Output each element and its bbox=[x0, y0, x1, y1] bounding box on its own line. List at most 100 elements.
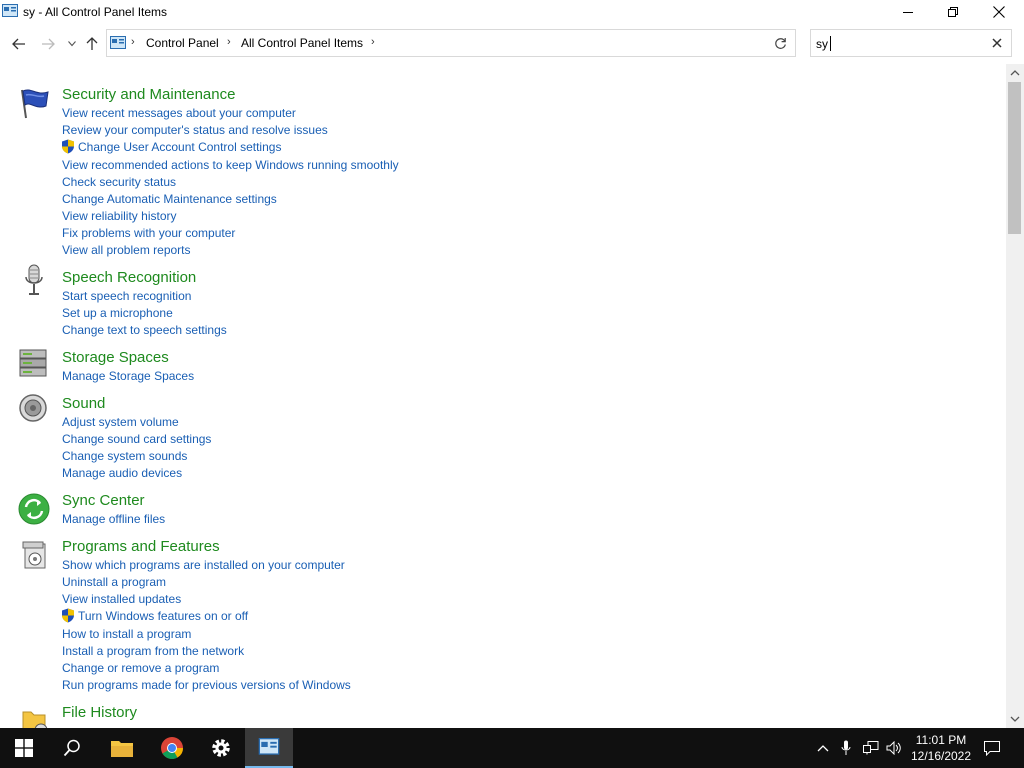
link-review-status[interactable]: Review your computer's status and resolv… bbox=[62, 123, 328, 137]
search-input[interactable]: sy bbox=[810, 29, 1012, 57]
link-view-all-problem-reports[interactable]: View all problem reports bbox=[62, 243, 191, 257]
link-view-installed-updates[interactable]: View installed updates bbox=[62, 592, 181, 606]
show-hidden-icons-button[interactable] bbox=[812, 728, 834, 768]
link-fix-problems[interactable]: Fix problems with your computer bbox=[62, 226, 235, 240]
taskbar: 11:01 PM 12/16/2022 bbox=[0, 728, 1024, 768]
section-title[interactable]: Storage Spaces bbox=[62, 349, 169, 366]
link-change-uac-settings[interactable]: Change User Account Control settings bbox=[78, 140, 281, 154]
vertical-scrollbar[interactable] bbox=[1006, 64, 1024, 728]
arrow-right-icon bbox=[42, 38, 55, 50]
control-panel-taskbar-button[interactable] bbox=[245, 728, 293, 768]
taskbar-clock[interactable]: 11:01 PM 12/16/2022 bbox=[905, 732, 977, 764]
refresh-icon bbox=[775, 37, 786, 49]
title-bar: sy - All Control Panel Items bbox=[0, 0, 1024, 24]
close-button[interactable] bbox=[976, 0, 1022, 24]
minimize-button[interactable] bbox=[885, 0, 931, 24]
breadcrumb-separator-icon[interactable]: › bbox=[227, 36, 231, 48]
up-button[interactable] bbox=[82, 34, 102, 54]
settings-button[interactable] bbox=[197, 728, 245, 768]
link-run-older-programs[interactable]: Run programs made for previous versions … bbox=[62, 678, 351, 692]
link-view-recent-messages[interactable]: View recent messages about your computer bbox=[62, 106, 296, 120]
uac-shield-icon bbox=[62, 608, 74, 623]
link-how-to-install[interactable]: How to install a program bbox=[62, 627, 191, 641]
microphone-icon bbox=[25, 264, 43, 295]
folder-icon bbox=[111, 741, 133, 757]
breadcrumb-separator-icon[interactable]: › bbox=[371, 36, 375, 48]
section-title[interactable]: Sound bbox=[62, 395, 105, 412]
scrollbar-thumb[interactable] bbox=[1008, 82, 1021, 234]
action-center-button[interactable] bbox=[980, 728, 1004, 768]
volume-tray-button[interactable] bbox=[883, 728, 905, 768]
link-turn-windows-features[interactable]: Turn Windows features on or off bbox=[78, 609, 248, 623]
search-button[interactable] bbox=[48, 728, 96, 768]
file-history-icon bbox=[22, 711, 48, 728]
link-show-installed-programs[interactable]: Show which programs are installed on you… bbox=[62, 558, 345, 572]
file-explorer-button[interactable] bbox=[98, 728, 146, 768]
programs-icon bbox=[22, 541, 46, 569]
minimize-icon bbox=[902, 11, 913, 13]
breadcrumb-separator-icon[interactable]: › bbox=[131, 36, 135, 48]
link-install-from-network[interactable]: Install a program from the network bbox=[62, 644, 244, 658]
windows-logo-icon bbox=[15, 739, 33, 757]
link-sound-card-settings[interactable]: Change sound card settings bbox=[62, 432, 211, 446]
chrome-icon bbox=[161, 737, 183, 759]
network-tray-button[interactable] bbox=[860, 728, 882, 768]
control-panel-icon bbox=[110, 36, 126, 49]
link-text-to-speech-settings[interactable]: Change text to speech settings bbox=[62, 323, 227, 337]
speaker-icon bbox=[886, 741, 901, 755]
clear-search-icon[interactable] bbox=[991, 37, 1003, 49]
chevron-down-icon bbox=[68, 41, 76, 47]
clock-time: 11:01 PM bbox=[915, 733, 967, 747]
breadcrumb-all-items[interactable]: All Control Panel Items bbox=[241, 36, 363, 50]
forward-button[interactable] bbox=[38, 34, 58, 54]
chrome-button[interactable] bbox=[148, 728, 196, 768]
link-change-automatic-maintenance[interactable]: Change Automatic Maintenance settings bbox=[62, 192, 277, 206]
section-title[interactable]: Sync Center bbox=[62, 492, 145, 509]
link-view-reliability-history[interactable]: View reliability history bbox=[62, 209, 177, 223]
search-value: sy bbox=[816, 37, 828, 51]
address-bar[interactable]: › Control Panel › All Control Panel Item… bbox=[106, 29, 855, 57]
link-change-system-sounds[interactable]: Change system sounds bbox=[62, 449, 187, 463]
link-manage-storage-spaces[interactable]: Manage Storage Spaces bbox=[62, 369, 194, 383]
microphone-tray-button[interactable] bbox=[836, 728, 856, 768]
search-icon bbox=[63, 739, 80, 757]
section-title[interactable]: Security and Maintenance bbox=[62, 86, 235, 103]
uac-shield-icon bbox=[62, 139, 74, 154]
sync-icon bbox=[18, 493, 50, 525]
back-button[interactable] bbox=[9, 34, 29, 54]
microphone-icon bbox=[841, 740, 851, 755]
text-caret bbox=[830, 36, 831, 51]
scroll-down-icon[interactable] bbox=[1010, 714, 1020, 724]
breadcrumb-control-panel[interactable]: Control Panel bbox=[146, 36, 219, 50]
start-button[interactable] bbox=[0, 728, 48, 768]
network-icon bbox=[863, 741, 879, 755]
window-title: sy - All Control Panel Items bbox=[23, 5, 168, 19]
section-title[interactable]: Speech Recognition bbox=[62, 269, 196, 286]
flag-icon bbox=[21, 89, 49, 119]
clock-date: 12/16/2022 bbox=[910, 749, 972, 763]
gear-icon bbox=[212, 739, 230, 757]
control-panel-icon bbox=[258, 738, 280, 755]
link-start-speech-recognition[interactable]: Start speech recognition bbox=[62, 289, 191, 303]
link-set-up-microphone[interactable]: Set up a microphone bbox=[62, 306, 173, 320]
link-adjust-system-volume[interactable]: Adjust system volume bbox=[62, 415, 179, 429]
speaker-icon bbox=[19, 394, 47, 422]
restore-button[interactable] bbox=[930, 0, 976, 24]
close-icon bbox=[993, 6, 1005, 18]
scroll-up-icon[interactable] bbox=[1010, 68, 1020, 78]
storage-spaces-icon bbox=[19, 349, 47, 377]
control-panel-icon bbox=[2, 4, 18, 17]
link-uninstall-program[interactable]: Uninstall a program bbox=[62, 575, 166, 589]
link-change-or-remove[interactable]: Change or remove a program bbox=[62, 661, 219, 675]
link-view-recommended-actions[interactable]: View recommended actions to keep Windows… bbox=[62, 158, 399, 172]
link-check-security-status[interactable]: Check security status bbox=[62, 175, 176, 189]
link-manage-audio-devices[interactable]: Manage audio devices bbox=[62, 466, 182, 480]
recent-locations-button[interactable] bbox=[62, 34, 82, 54]
section-title[interactable]: Programs and Features bbox=[62, 538, 220, 555]
arrow-left-icon bbox=[12, 38, 25, 50]
refresh-button[interactable] bbox=[766, 29, 796, 57]
notification-icon bbox=[984, 740, 1000, 756]
section-title[interactable]: File History bbox=[62, 704, 137, 721]
link-manage-offline-files[interactable]: Manage offline files bbox=[62, 512, 165, 526]
arrow-up-icon bbox=[86, 37, 98, 50]
